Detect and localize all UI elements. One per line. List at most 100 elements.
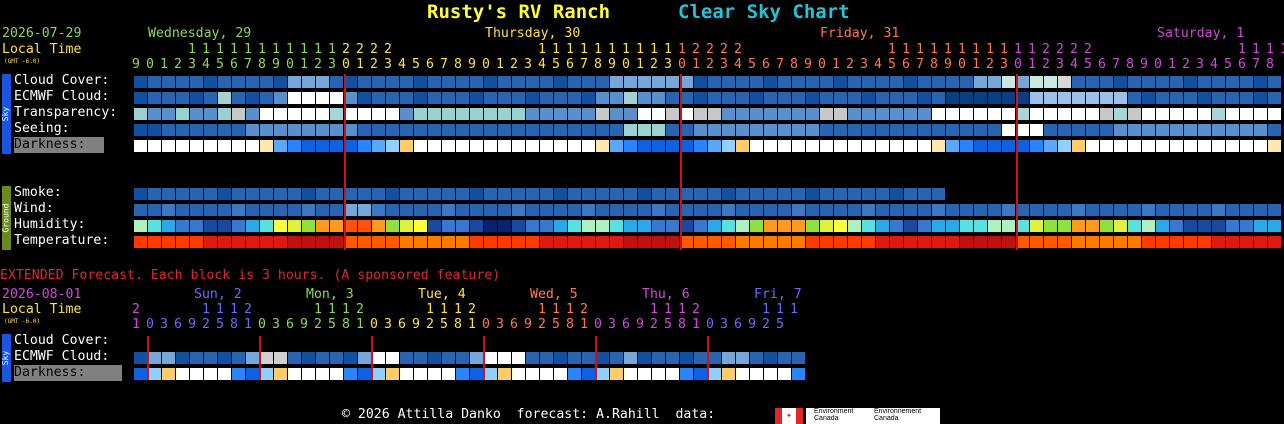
cloud-cover-row-block[interactable] <box>848 76 862 88</box>
ecmwf-cloud-row-block[interactable] <box>260 92 274 104</box>
transparency-row-block[interactable] <box>568 108 582 120</box>
temperature-row-block[interactable] <box>582 236 596 248</box>
humidity-row-block[interactable] <box>1240 220 1254 232</box>
temperature-row-block[interactable] <box>218 236 232 248</box>
humidity-row-block[interactable] <box>1156 220 1170 232</box>
transparency-row-block[interactable] <box>1100 108 1114 120</box>
ecmwf-cloud-row-block[interactable] <box>876 92 890 104</box>
ecmwf-cloud-row-block[interactable] <box>498 92 512 104</box>
seeing-row-block[interactable] <box>1114 124 1128 136</box>
ext-darkness-row-block[interactable] <box>316 368 330 380</box>
smoke-row-block[interactable] <box>386 188 400 200</box>
smoke-row-block[interactable] <box>568 188 582 200</box>
smoke-row-block[interactable] <box>820 188 834 200</box>
ecmwf-cloud-row-block[interactable] <box>442 92 456 104</box>
transparency-row-block[interactable] <box>512 108 526 120</box>
humidity-row-block[interactable] <box>1016 220 1030 232</box>
seeing-row-block[interactable] <box>1142 124 1156 136</box>
wind-row-block[interactable] <box>540 204 554 216</box>
ext-ecmwf-row-block[interactable] <box>764 352 778 364</box>
ecmwf-cloud-row-block[interactable] <box>722 92 736 104</box>
wind-row-block[interactable] <box>134 204 148 216</box>
temperature-row-block[interactable] <box>1226 236 1240 248</box>
ecmwf-cloud-row-block[interactable] <box>680 92 694 104</box>
ext-darkness-row-block[interactable] <box>218 368 232 380</box>
cloud-cover-row-block[interactable] <box>190 76 204 88</box>
temperature-row-block[interactable] <box>792 236 806 248</box>
seeing-row-block[interactable] <box>680 124 694 136</box>
smoke-row-block[interactable] <box>456 188 470 200</box>
seeing-row-block[interactable] <box>666 124 680 136</box>
wind-row-block[interactable] <box>1156 204 1170 216</box>
transparency-row-block[interactable] <box>750 108 764 120</box>
temperature-row-block[interactable] <box>1002 236 1016 248</box>
smoke-row-block[interactable] <box>414 188 428 200</box>
temperature-row-block[interactable] <box>624 236 638 248</box>
ext-darkness-row-block[interactable] <box>190 368 204 380</box>
temperature-row-block[interactable] <box>806 236 820 248</box>
cloud-cover-row-block[interactable] <box>806 76 820 88</box>
cloud-cover-row-block[interactable] <box>1142 76 1156 88</box>
temperature-row-block[interactable] <box>386 236 400 248</box>
ext-darkness-row-block[interactable] <box>750 368 764 380</box>
wind-row-block[interactable] <box>1044 204 1058 216</box>
temperature-row-block[interactable] <box>414 236 428 248</box>
humidity-row-block[interactable] <box>1128 220 1142 232</box>
ext-darkness-row-block[interactable] <box>358 368 372 380</box>
transparency-row-block[interactable] <box>1002 108 1016 120</box>
darkness-row-block[interactable] <box>1226 140 1240 152</box>
ecmwf-cloud-row-block[interactable] <box>470 92 484 104</box>
transparency-row-block[interactable] <box>484 108 498 120</box>
ecmwf-cloud-row-block[interactable] <box>764 92 778 104</box>
seeing-row-block[interactable] <box>386 124 400 136</box>
cloud-cover-row-block[interactable] <box>1184 76 1198 88</box>
ecmwf-cloud-row-block[interactable] <box>232 92 246 104</box>
temperature-row-block[interactable] <box>176 236 190 248</box>
ext-ecmwf-row-block[interactable] <box>624 352 638 364</box>
seeing-row-block[interactable] <box>1016 124 1030 136</box>
ext-darkness-row-block[interactable] <box>232 368 246 380</box>
smoke-row-block[interactable] <box>680 188 694 200</box>
temperature-row-block[interactable] <box>1114 236 1128 248</box>
transparency-row-block[interactable] <box>778 108 792 120</box>
darkness-row-block[interactable] <box>498 140 512 152</box>
ext-darkness-row-block[interactable] <box>680 368 694 380</box>
wind-row-block[interactable] <box>344 204 358 216</box>
cloud-cover-row-block[interactable] <box>386 76 400 88</box>
wind-row-block[interactable] <box>1100 204 1114 216</box>
cloud-cover-row-block[interactable] <box>1058 76 1072 88</box>
cloud-cover-row-block[interactable] <box>302 76 316 88</box>
humidity-row-block[interactable] <box>1198 220 1212 232</box>
wind-row-block[interactable] <box>1226 204 1240 216</box>
ecmwf-cloud-row-block[interactable] <box>400 92 414 104</box>
seeing-row-block[interactable] <box>1030 124 1044 136</box>
ext-ecmwf-row-block[interactable] <box>582 352 596 364</box>
ext-darkness-row-block[interactable] <box>694 368 708 380</box>
transparency-row-block[interactable] <box>442 108 456 120</box>
wind-row-block[interactable] <box>162 204 176 216</box>
ecmwf-cloud-row-block[interactable] <box>512 92 526 104</box>
temperature-row-block[interactable] <box>848 236 862 248</box>
ext-darkness-row-block[interactable] <box>288 368 302 380</box>
smoke-row-block[interactable] <box>708 188 722 200</box>
seeing-row-block[interactable] <box>568 124 582 136</box>
smoke-row-block[interactable] <box>778 188 792 200</box>
ext-ecmwf-row-block[interactable] <box>708 352 722 364</box>
ext-darkness-row-block[interactable] <box>456 368 470 380</box>
ext-darkness-row-block[interactable] <box>512 368 526 380</box>
transparency-row-block[interactable] <box>1254 108 1268 120</box>
wind-row-block[interactable] <box>456 204 470 216</box>
seeing-row-block[interactable] <box>316 124 330 136</box>
darkness-row-block[interactable] <box>288 140 302 152</box>
seeing-row-block[interactable] <box>260 124 274 136</box>
darkness-row-block[interactable] <box>1212 140 1226 152</box>
cloud-cover-row-block[interactable] <box>176 76 190 88</box>
humidity-row-block[interactable] <box>932 220 946 232</box>
seeing-row-block[interactable] <box>1170 124 1184 136</box>
ext-darkness-row-block[interactable] <box>260 368 274 380</box>
ecmwf-cloud-row-block[interactable] <box>484 92 498 104</box>
wind-row-block[interactable] <box>1128 204 1142 216</box>
ecmwf-cloud-row-block[interactable] <box>288 92 302 104</box>
smoke-row-block[interactable] <box>652 188 666 200</box>
darkness-row-block[interactable] <box>204 140 218 152</box>
